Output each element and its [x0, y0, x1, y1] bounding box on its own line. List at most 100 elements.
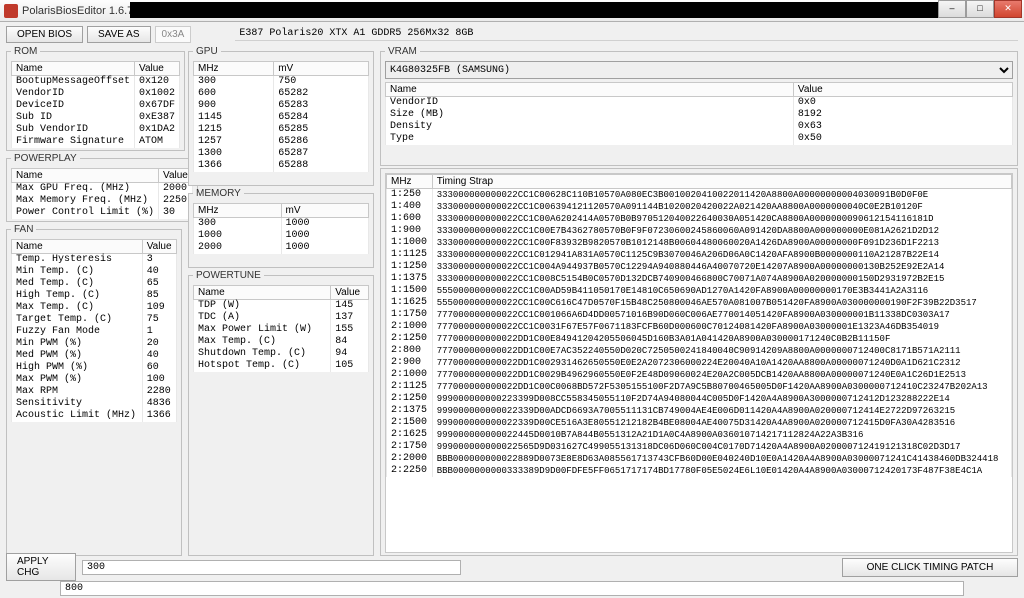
table-row[interactable]: 2:2250BBB0000000000333389D9D00FDFE5FF065…: [387, 465, 1012, 477]
cell[interactable]: Target Temp. (C): [12, 314, 143, 326]
table-row[interactable]: 1:400333000000000022CC1C006394121120570A…: [387, 201, 1012, 213]
cell[interactable]: BBB0000000000333389D9D00FDFE5FF065171717…: [432, 465, 1011, 477]
cell[interactable]: 777000000000022DD1C00E84941204205506045D…: [432, 333, 1011, 345]
cell[interactable]: 40: [142, 350, 176, 362]
table-row[interactable]: 136665288: [194, 160, 369, 172]
cell[interactable]: 1300: [194, 148, 274, 160]
open-bios-button[interactable]: OPEN BIOS: [6, 26, 83, 43]
cell[interactable]: High Temp. (C): [12, 290, 143, 302]
table-row[interactable]: Max Temp. (C)84: [194, 336, 369, 348]
cell[interactable]: 137: [331, 312, 369, 324]
table-row[interactable]: 2:2000BBB000000000022889D0073E8E8D63A085…: [387, 453, 1012, 465]
table-row[interactable]: Sensitivity4836: [12, 398, 177, 410]
table-row[interactable]: 10001000: [194, 230, 369, 242]
cell[interactable]: 333000000000022CC1C00E7B4362780570B0F9F0…: [432, 225, 1011, 237]
table-row[interactable]: Hotspot Temp. (C)105: [194, 360, 369, 372]
cell[interactable]: 0x50: [793, 133, 1012, 145]
table-row[interactable]: Target Temp. (C)75: [12, 314, 177, 326]
table-row[interactable]: Max PWM (%)100: [12, 374, 177, 386]
gpu-table[interactable]: MHzmV30075060065282900652831145652841215…: [193, 61, 369, 172]
cell[interactable]: 2:1000: [387, 369, 433, 381]
cell[interactable]: 1215: [194, 124, 274, 136]
cell[interactable]: Max Temp. (C): [194, 336, 331, 348]
cell[interactable]: 0x1DA2: [135, 124, 180, 136]
cell[interactable]: Max GPU Freq. (MHz): [12, 183, 159, 196]
cell[interactable]: 2:800: [387, 345, 433, 357]
cell[interactable]: 777000000000022DD1C002931462650550E0E2A2…: [432, 357, 1011, 369]
cell[interactable]: 4836: [142, 398, 176, 410]
table-row[interactable]: 1:600333000000000022CC1C00A6202414A0570B…: [387, 213, 1012, 225]
cell[interactable]: Firmware Signature: [12, 136, 135, 148]
table-row[interactable]: Shutdown Temp. (C)94: [194, 348, 369, 360]
table-row[interactable]: 2:1000777000000000022CC1C0031F67E57F0671…: [387, 321, 1012, 333]
cell[interactable]: 333000000000022CC1C006394121120570A09114…: [432, 201, 1011, 213]
cell[interactable]: 333000000000022CC1C012941A831A0570C1125C…: [432, 249, 1011, 261]
cell[interactable]: 777000000000022CC1C0031F67E57F0671183FCF…: [432, 321, 1011, 333]
table-row[interactable]: 121565285: [194, 124, 369, 136]
cell[interactable]: 1366: [194, 160, 274, 172]
cell[interactable]: Size (MB): [386, 109, 794, 121]
table-row[interactable]: 2:1750999000000000022565D9D031627C499055…: [387, 441, 1012, 453]
cell[interactable]: 0x120: [135, 76, 180, 89]
vram-table[interactable]: NameValueVendorID0x0Size (MB)8192Density…: [385, 82, 1013, 145]
cell[interactable]: 600: [194, 88, 274, 100]
cell[interactable]: 0x1002: [135, 88, 180, 100]
table-row[interactable]: TDC (A)137: [194, 312, 369, 324]
cell[interactable]: 1:600: [387, 213, 433, 225]
fan-table[interactable]: NameValueTemp. Hysteresis3Min Temp. (C)4…: [11, 239, 177, 422]
cell[interactable]: 999000000000223399D008CC558345055110F2D7…: [432, 393, 1011, 405]
table-row[interactable]: Acoustic Limit (MHz)1366: [12, 410, 177, 422]
table-row[interactable]: 2:1125777000000000022DD1C00C0068BD572F53…: [387, 381, 1012, 393]
cell[interactable]: 333000000000022CC1C00628C110B10570A080EC…: [432, 189, 1011, 202]
cell[interactable]: 65283: [274, 100, 369, 112]
cell[interactable]: 65282: [274, 88, 369, 100]
cell[interactable]: 1:1500: [387, 285, 433, 297]
cell[interactable]: 1:1125: [387, 249, 433, 261]
cell[interactable]: High PWM (%): [12, 362, 143, 374]
cell[interactable]: 100: [142, 374, 176, 386]
cell[interactable]: 750: [274, 76, 369, 89]
table-row[interactable]: 1:1250333000000000022CC1C004A944937B0570…: [387, 261, 1012, 273]
table-row[interactable]: TDP (W)145: [194, 300, 369, 313]
minimize-button[interactable]: –: [938, 0, 966, 18]
cell[interactable]: 2:1625: [387, 429, 433, 441]
cell[interactable]: Type: [386, 133, 794, 145]
table-row[interactable]: Density0x63: [386, 121, 1013, 133]
table-row[interactable]: Firmware SignatureATOM: [12, 136, 180, 148]
cell[interactable]: 1:1000: [387, 237, 433, 249]
table-row[interactable]: Size (MB)8192: [386, 109, 1013, 121]
cell[interactable]: 2:900: [387, 357, 433, 369]
cell[interactable]: Sensitivity: [12, 398, 143, 410]
table-row[interactable]: 1:1750777000000000022CC1C001066A6D4DD005…: [387, 309, 1012, 321]
powertune-table[interactable]: NameValueTDP (W)145TDC (A)137Max Power L…: [193, 285, 369, 372]
table-row[interactable]: DeviceID0x67DF: [12, 100, 180, 112]
cell[interactable]: Temp. Hysteresis: [12, 254, 143, 267]
table-row[interactable]: 1:1375333000000000022CC1C008C5154B0C0570…: [387, 273, 1012, 285]
cell[interactable]: TDP (W): [194, 300, 331, 313]
table-row[interactable]: Min PWM (%)20: [12, 338, 177, 350]
cell[interactable]: 1:900: [387, 225, 433, 237]
cell[interactable]: 2:1250: [387, 393, 433, 405]
cell[interactable]: 333000000000022CC1C004A944937B0570C12294…: [432, 261, 1011, 273]
cell[interactable]: Max Temp. (C): [12, 302, 143, 314]
cell[interactable]: Sub ID: [12, 112, 135, 124]
cell[interactable]: Max Power Limit (W): [194, 324, 331, 336]
cell[interactable]: 145: [331, 300, 369, 313]
table-row[interactable]: 2:1250777000000000022DD1C00E849412042055…: [387, 333, 1012, 345]
cell[interactable]: 0x0: [793, 97, 1012, 110]
cell[interactable]: 109: [142, 302, 176, 314]
cell[interactable]: 300: [194, 76, 274, 89]
cell[interactable]: 2280: [142, 386, 176, 398]
cell[interactable]: 1000: [281, 230, 369, 242]
cell[interactable]: 94: [331, 348, 369, 360]
cell[interactable]: 3: [142, 254, 176, 267]
cell[interactable]: 65286: [274, 136, 369, 148]
cell[interactable]: 1:400: [387, 201, 433, 213]
cell[interactable]: Power Control Limit (%): [12, 207, 159, 219]
table-row[interactable]: Med Temp. (C)65: [12, 278, 177, 290]
cell[interactable]: 84: [331, 336, 369, 348]
table-row[interactable]: 3001000: [194, 218, 369, 231]
cell[interactable]: Med PWM (%): [12, 350, 143, 362]
cell[interactable]: 2:1750: [387, 441, 433, 453]
cell[interactable]: BBB000000000022889D0073E8E8D63A085561713…: [432, 453, 1011, 465]
